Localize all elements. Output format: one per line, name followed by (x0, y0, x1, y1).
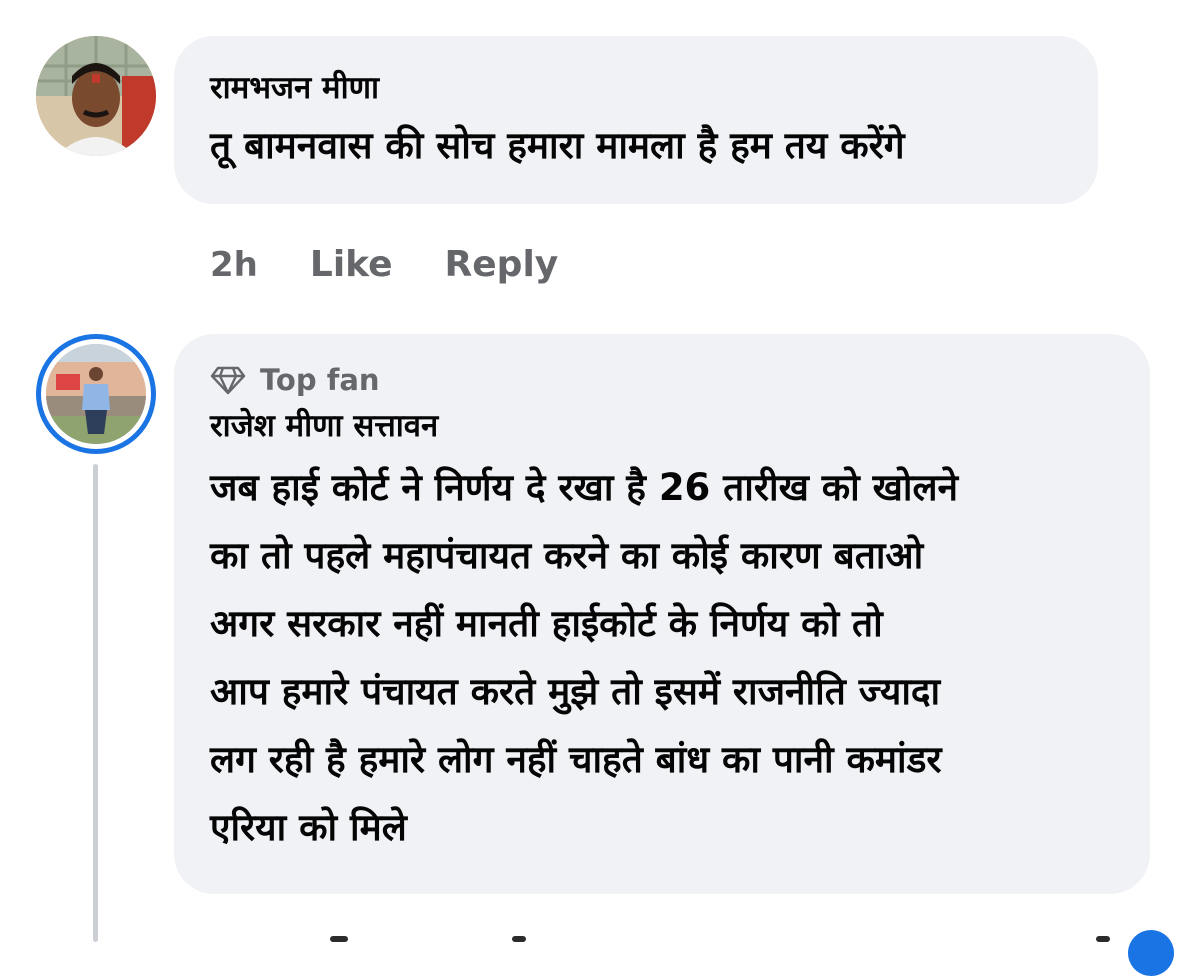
diamond-icon (210, 366, 246, 395)
comment-text: तू बामनवास की सोच हमारा मामला है हम तय क… (210, 124, 905, 167)
comment-text-line: एरिया को मिले (210, 806, 407, 849)
comment-text-line: अगर सरकार नहीं मानती हाईकोर्ट के निर्णय … (210, 602, 883, 645)
next-avatar[interactable] (1128, 930, 1174, 976)
comment-bubble: Top fan राजेश मीणा सत्तावन जब हाई कोर्ट … (174, 334, 1150, 894)
like-button[interactable]: Like (310, 244, 393, 285)
reply-button[interactable]: Reply (445, 244, 559, 285)
profile-photo (46, 344, 146, 444)
comment-text-line: जब हाई कोर्ट ने निर्णय दे रखा है 26 तारी… (210, 466, 959, 509)
cut-off-text (330, 936, 348, 942)
reply-thread-line (93, 464, 98, 942)
profile-photo (36, 36, 156, 156)
comment-author[interactable]: रामभजन मीणा (210, 66, 1062, 110)
comment-text-line: का तो पहले महापंचायत करने का कोई कारण बत… (210, 534, 924, 577)
comment-text-line: आप हमारे पंचायत करते मुझे तो इसमें राजनी… (210, 670, 941, 713)
comment-text-line: लग रही है हमारे लोग नहीं चाहते बांध का प… (210, 738, 942, 781)
comment-timestamp[interactable]: 2h (210, 245, 258, 285)
badge-label: Top fan (260, 363, 380, 397)
cut-off-text (1096, 936, 1110, 942)
top-fan-avatar[interactable] (36, 334, 156, 454)
commenter-avatar[interactable] (36, 36, 156, 156)
comment-actions: 2h Like Reply (210, 244, 610, 285)
comment-author[interactable]: राजेश मीणा सत्तावन (210, 404, 1114, 448)
cut-off-text (512, 936, 526, 942)
top-fan-badge: Top fan (210, 360, 1114, 400)
comment-bubble: रामभजन मीणा तू बामनवास की सोच हमारा मामल… (174, 36, 1098, 204)
